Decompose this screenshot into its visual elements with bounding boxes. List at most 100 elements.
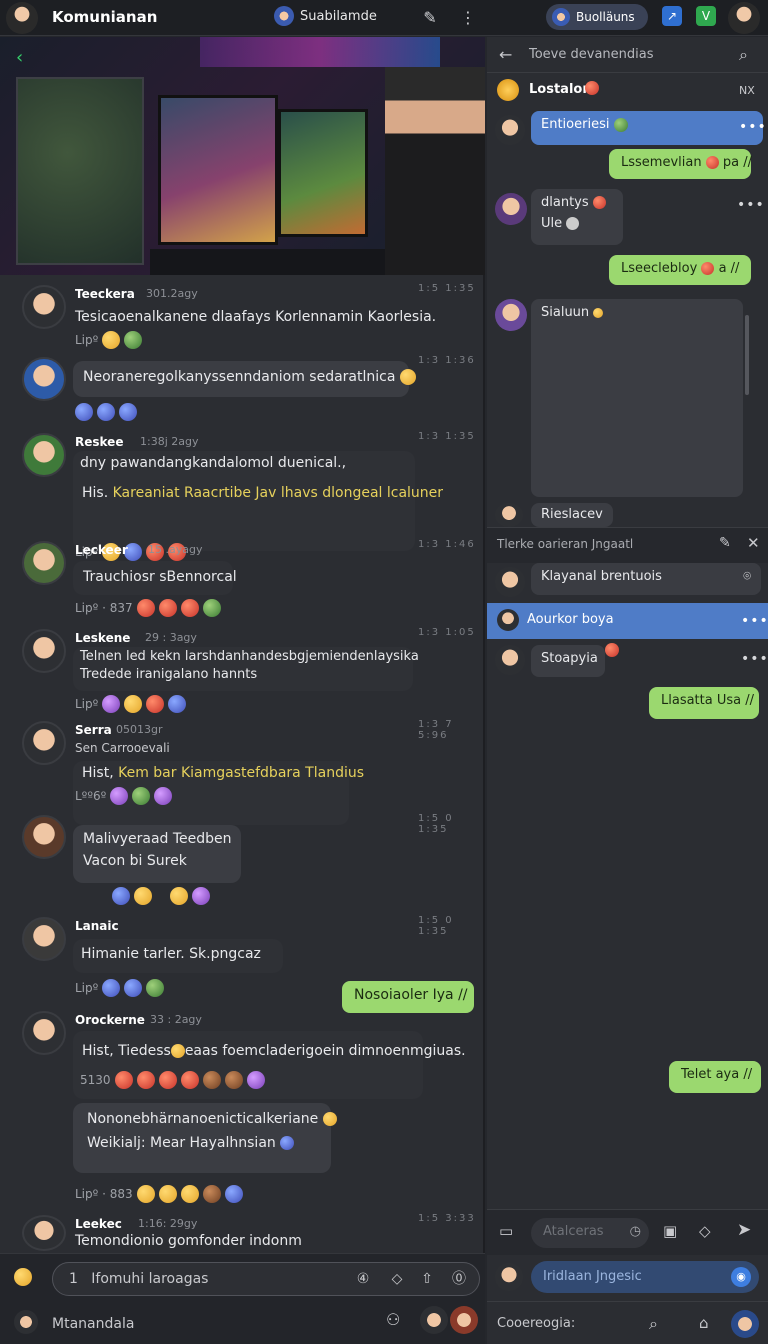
emoji-icon[interactable] xyxy=(102,331,121,349)
more-icon[interactable]: ⋮ xyxy=(458,8,478,28)
author-name[interactable]: Leckeer xyxy=(75,543,128,557)
emoji-icon[interactable] xyxy=(246,1071,265,1089)
emoji-icon[interactable] xyxy=(146,979,165,997)
author-name[interactable]: Teeckera xyxy=(75,287,135,301)
reactions[interactable]: 5130 xyxy=(80,1071,265,1089)
emoji-icon[interactable] xyxy=(154,787,173,805)
gif-icon[interactable]: ▣ xyxy=(663,1222,677,1240)
emoji-icon[interactable] xyxy=(136,599,155,617)
close-text[interactable]: NX xyxy=(739,84,755,97)
more-icon[interactable]: ••• xyxy=(741,613,768,629)
avatar[interactable] xyxy=(22,357,66,401)
emoji-icon[interactable] xyxy=(114,1071,133,1089)
people-icon[interactable]: ⚇ xyxy=(386,1310,400,1329)
avatar[interactable] xyxy=(495,503,523,527)
reactions[interactable] xyxy=(112,887,210,905)
emoji-icon[interactable] xyxy=(112,887,130,905)
emoji-icon[interactable] xyxy=(136,1071,155,1089)
emoji-icon[interactable] xyxy=(110,787,129,805)
avatar[interactable] xyxy=(22,433,66,477)
send-icon[interactable]: ➤ xyxy=(737,1220,751,1240)
server-selector[interactable]: Suabilamde xyxy=(274,6,377,26)
scrollbar[interactable] xyxy=(745,315,749,395)
emoji-icon[interactable] xyxy=(180,1185,199,1203)
pencil-icon[interactable]: ✎ xyxy=(420,8,440,28)
reactions[interactable]: Lºº6º xyxy=(75,787,173,805)
home-icon[interactable]: ⌂ xyxy=(699,1314,709,1332)
emoji-icon[interactable] xyxy=(170,887,188,905)
friend-avatar[interactable] xyxy=(450,1306,478,1334)
emoji-icon[interactable] xyxy=(124,331,143,349)
more-icon[interactable]: ••• xyxy=(741,651,768,667)
settings-icon[interactable]: ⌾ xyxy=(743,569,751,584)
avatar[interactable] xyxy=(22,285,66,329)
sticker-icon[interactable]: ◇ xyxy=(699,1222,711,1240)
emoji-icon[interactable] xyxy=(136,1185,155,1203)
emoji-icon[interactable] xyxy=(202,1071,221,1089)
emoji-icon[interactable] xyxy=(134,887,152,905)
emoji-icon[interactable] xyxy=(158,1071,177,1089)
back-arrow-icon[interactable]: ‹ xyxy=(16,47,23,68)
channel-name[interactable]: Lostalon xyxy=(529,82,592,97)
edit-icon[interactable]: ✎ xyxy=(719,535,731,551)
emoji-icon[interactable] xyxy=(124,695,143,713)
profile-avatar[interactable] xyxy=(728,2,760,34)
emoji-icon[interactable] xyxy=(75,403,93,421)
avatar[interactable] xyxy=(495,567,525,597)
emoji-picker-icon[interactable] xyxy=(14,1268,32,1286)
emoji-icon[interactable] xyxy=(192,887,210,905)
author-name[interactable]: Reskee xyxy=(75,435,123,449)
author-name[interactable]: Serra xyxy=(75,723,112,737)
reactions[interactable]: Lipº xyxy=(75,695,187,713)
emoji-icon[interactable] xyxy=(224,1185,243,1203)
avatar[interactable] xyxy=(495,1263,523,1291)
screen-icon[interactable]: ▭ xyxy=(499,1222,513,1240)
more-icon[interactable]: ••• xyxy=(739,119,767,135)
clock-icon[interactable]: ◷ xyxy=(630,1224,641,1239)
close-icon[interactable]: ✕ xyxy=(747,534,760,552)
profile-avatar[interactable] xyxy=(731,1310,759,1338)
thread-message-input[interactable]: Atalceras ◷ xyxy=(531,1218,649,1248)
upload-icon[interactable]: ⇧ xyxy=(417,1269,437,1289)
author-name[interactable]: Lanaic xyxy=(75,919,119,933)
voice-icon[interactable]: ◉ xyxy=(731,1267,751,1287)
emoji-icon[interactable] xyxy=(146,695,165,713)
thread-input[interactable]: Klayanal brentuois ⌾ xyxy=(531,563,761,595)
back-arrow-icon[interactable]: ← xyxy=(499,45,512,64)
reply-input[interactable]: Iridlaan Jngesic ◉ xyxy=(531,1261,759,1293)
author-name[interactable]: Orockerne xyxy=(75,1013,145,1027)
status-pill[interactable]: Buolläuns xyxy=(546,4,648,30)
reactions[interactable]: Lipº xyxy=(75,331,143,349)
emoji-icon[interactable] xyxy=(132,787,151,805)
share-icon[interactable]: ↗ xyxy=(662,6,682,26)
avatar[interactable] xyxy=(495,115,525,145)
highlighted-message[interactable]: Entioeriesi xyxy=(531,111,763,145)
author-name[interactable]: Leskene xyxy=(75,631,130,645)
avatar[interactable] xyxy=(22,721,66,765)
reactions[interactable]: Lipº · 883 xyxy=(75,1185,243,1203)
avatar[interactable] xyxy=(495,299,527,331)
user-avatar[interactable] xyxy=(6,2,38,34)
search-icon[interactable]: ⌕ xyxy=(739,45,748,65)
emoji-icon[interactable] xyxy=(202,1185,221,1203)
search-icon[interactable]: ⌕ xyxy=(649,1314,658,1334)
avatar[interactable] xyxy=(22,629,66,673)
emoji-icon[interactable] xyxy=(180,1071,199,1089)
emoji-icon[interactable] xyxy=(202,599,221,617)
emoji-icon[interactable] xyxy=(102,695,121,713)
avatar[interactable] xyxy=(22,815,66,859)
emoji-icon[interactable] xyxy=(102,979,121,997)
author-name[interactable]: Leekec xyxy=(75,1217,122,1231)
check-icon[interactable]: V xyxy=(696,6,716,26)
friend-avatar[interactable] xyxy=(420,1306,448,1334)
emoji-icon[interactable] xyxy=(168,695,187,713)
reactions[interactable]: Lipº xyxy=(75,979,165,997)
reactions[interactable]: Lipº · 837 xyxy=(75,599,221,617)
reactions[interactable] xyxy=(75,403,137,421)
emoji-icon[interactable] xyxy=(158,599,177,617)
emoji-icon[interactable] xyxy=(124,979,143,997)
avatar[interactable] xyxy=(495,193,527,225)
mention-icon[interactable]: ④ xyxy=(353,1269,373,1289)
more-icon[interactable]: ••• xyxy=(737,197,765,213)
avatar[interactable] xyxy=(495,645,525,675)
